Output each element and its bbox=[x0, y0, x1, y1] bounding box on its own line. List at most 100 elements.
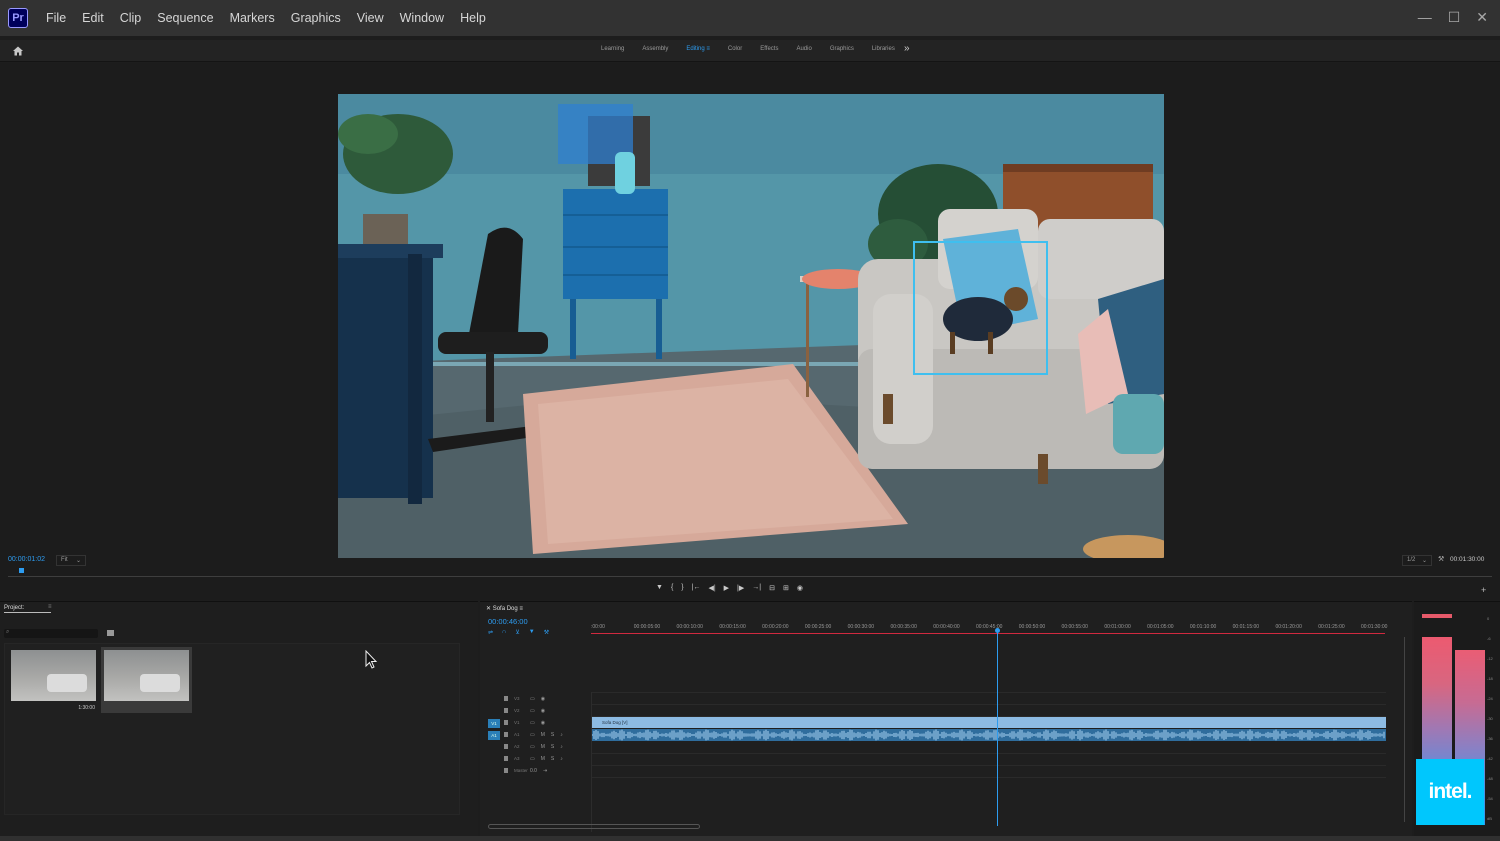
workspace-tab-editing[interactable]: Editing ≡ bbox=[677, 46, 719, 52]
track-button[interactable]: S bbox=[551, 756, 554, 762]
vertical-scrollbar[interactable] bbox=[1404, 637, 1409, 822]
add-marker-icon[interactable]: ▼ bbox=[529, 629, 535, 636]
menu-help[interactable]: Help bbox=[452, 11, 494, 25]
lock-icon[interactable] bbox=[504, 720, 508, 725]
track-name: V1 bbox=[514, 720, 520, 725]
media-thumbnail[interactable]: 1:30:00 bbox=[8, 647, 99, 713]
workspace-tab-libraries[interactable]: Libraries bbox=[863, 46, 904, 52]
panel-menu-icon[interactable]: ≡ bbox=[519, 606, 523, 612]
workspace-tab-audio[interactable]: Audio bbox=[787, 46, 820, 52]
go-to-out-button[interactable]: →| bbox=[752, 584, 761, 592]
settings-wrench-icon[interactable]: ⚒ bbox=[1438, 555, 1444, 563]
playback-resolution-select[interactable]: 1/2 ⌄ bbox=[1402, 555, 1432, 566]
program-monitor: 00:00:01:02 Fit ⌄ 1/2 ⌄ ⚒ 00:01:30:00 ▼ {… bbox=[0, 63, 1500, 600]
track-button[interactable]: ▭ bbox=[530, 732, 535, 738]
ruler-tick-label: 00:00:15:00 bbox=[719, 624, 746, 630]
track-button[interactable]: ◉ bbox=[541, 720, 545, 726]
track-button[interactable]: 0.0 bbox=[530, 768, 537, 774]
button-editor-add[interactable]: + bbox=[1481, 585, 1486, 595]
home-icon[interactable] bbox=[12, 45, 24, 57]
track-button[interactable]: ♪ bbox=[560, 732, 563, 738]
lock-icon[interactable] bbox=[504, 744, 508, 749]
go-to-in-button[interactable]: |← bbox=[692, 584, 701, 592]
menu-window[interactable]: Window bbox=[392, 11, 452, 25]
workspace-tab-assembly[interactable]: Assembly bbox=[633, 46, 677, 52]
track-button[interactable]: S bbox=[551, 732, 554, 738]
mark-out-button[interactable]: } bbox=[681, 584, 683, 592]
panel-menu-icon[interactable]: ≡ bbox=[48, 604, 52, 610]
sequence-tab-label: Sofa Dog bbox=[492, 606, 518, 612]
track-button[interactable]: ▭ bbox=[530, 708, 535, 714]
maximize-button[interactable]: ☐ bbox=[1448, 9, 1461, 26]
track-button[interactable]: ◉ bbox=[541, 708, 545, 714]
workspace-tab-learning[interactable]: Learning bbox=[592, 46, 633, 52]
minimize-button[interactable]: — bbox=[1418, 9, 1432, 26]
track-button[interactable]: M bbox=[541, 756, 545, 762]
track-button[interactable]: ⇥ bbox=[543, 768, 547, 774]
nest-toggle-icon[interactable]: ⇌ bbox=[488, 629, 493, 636]
snap-icon[interactable]: ∩ bbox=[502, 629, 506, 636]
menu-clip[interactable]: Clip bbox=[112, 11, 150, 25]
track-header-v2: V2 ▭ ◉ bbox=[480, 706, 590, 717]
lock-icon[interactable] bbox=[504, 768, 508, 773]
media-thumbnail[interactable] bbox=[101, 647, 192, 713]
track-button[interactable]: ▭ bbox=[530, 744, 535, 750]
track-button[interactable]: ▭ bbox=[530, 696, 535, 702]
track-button[interactable]: ▭ bbox=[530, 756, 535, 762]
mark-in-button[interactable]: { bbox=[671, 584, 673, 592]
extract-button[interactable]: ⊞ bbox=[783, 584, 789, 592]
menu-graphics[interactable]: Graphics bbox=[283, 11, 349, 25]
lock-icon[interactable] bbox=[504, 696, 508, 701]
new-bin-folder-icon[interactable] bbox=[107, 630, 114, 636]
lift-button[interactable]: ⊟ bbox=[769, 584, 775, 592]
scrub-bar[interactable] bbox=[8, 576, 1492, 577]
sequence-tab[interactable]: ✕ Sofa Dog ≡ bbox=[486, 605, 523, 612]
workspace-tab-effects[interactable]: Effects bbox=[751, 46, 787, 52]
track-button[interactable]: ♪ bbox=[560, 744, 563, 750]
zoom-level-select[interactable]: Fit ⌄ bbox=[56, 555, 86, 566]
track-button[interactable]: ♪ bbox=[560, 756, 563, 762]
track-button[interactable]: ◉ bbox=[541, 696, 545, 702]
add-marker-button[interactable]: ▼ bbox=[656, 584, 663, 592]
step-forward-button[interactable]: |▶ bbox=[737, 584, 744, 592]
track-area[interactable]: Sofa Dog [V] bbox=[591, 692, 1386, 832]
video-clip[interactable]: Sofa Dog [V] bbox=[592, 717, 1386, 728]
timeline-settings-icon[interactable]: ⚒ bbox=[544, 629, 549, 636]
more-workspaces-button[interactable]: » bbox=[904, 43, 910, 54]
menu-file[interactable]: File bbox=[38, 11, 74, 25]
export-frame-button[interactable]: ◉ bbox=[797, 584, 803, 592]
source-patch-toggle[interactable]: V1 bbox=[488, 719, 500, 728]
lock-icon[interactable] bbox=[504, 756, 508, 761]
workspace-tab-graphics[interactable]: Graphics bbox=[821, 46, 863, 52]
project-search-input[interactable]: ⌕ bbox=[4, 629, 98, 638]
step-back-button[interactable]: ◀| bbox=[708, 584, 715, 592]
menu-view[interactable]: View bbox=[349, 11, 392, 25]
workspace-tab-color[interactable]: Color bbox=[719, 46, 751, 52]
track-button[interactable]: M bbox=[541, 732, 545, 738]
menu-edit[interactable]: Edit bbox=[74, 11, 112, 25]
linked-selection-icon[interactable]: ⊻ bbox=[515, 629, 519, 636]
play-button[interactable]: ▶ bbox=[724, 584, 729, 592]
track-button[interactable]: ▭ bbox=[530, 720, 535, 726]
menu-markers[interactable]: Markers bbox=[222, 11, 283, 25]
audio-clip[interactable] bbox=[592, 729, 1386, 741]
timeline-timecode[interactable]: 00:00:46:00 bbox=[488, 617, 528, 626]
playhead-marker[interactable] bbox=[19, 568, 24, 573]
source-patch-toggle[interactable]: A1 bbox=[488, 731, 500, 740]
lock-icon[interactable] bbox=[504, 708, 508, 713]
time-ruler[interactable]: :00:00 00:00:05:00 00:00:10:00 00:00:15:00 0… bbox=[591, 620, 1387, 634]
program-monitor-controls: 00:00:01:02 Fit ⌄ 1/2 ⌄ ⚒ 00:01:30:00 ▼ {… bbox=[0, 553, 1500, 600]
video-frame[interactable] bbox=[338, 94, 1164, 558]
close-button[interactable]: ✕ bbox=[1476, 9, 1488, 26]
menu-sequence[interactable]: Sequence bbox=[149, 11, 221, 25]
project-tab[interactable]: Project: bbox=[4, 605, 51, 613]
horizontal-zoom-scrollbar[interactable] bbox=[488, 824, 700, 829]
track-button[interactable]: M bbox=[541, 744, 545, 750]
menu-items: File Edit Clip Sequence Markers Graphics View W… bbox=[38, 11, 494, 25]
timeline-playhead[interactable] bbox=[996, 630, 998, 826]
lock-icon[interactable] bbox=[504, 732, 508, 737]
playhead-timecode[interactable]: 00:00:01:02 bbox=[8, 556, 45, 563]
track-name: V2 bbox=[514, 708, 520, 713]
track-button[interactable]: S bbox=[551, 744, 554, 750]
meter-scale-label: dB bbox=[1487, 816, 1492, 821]
